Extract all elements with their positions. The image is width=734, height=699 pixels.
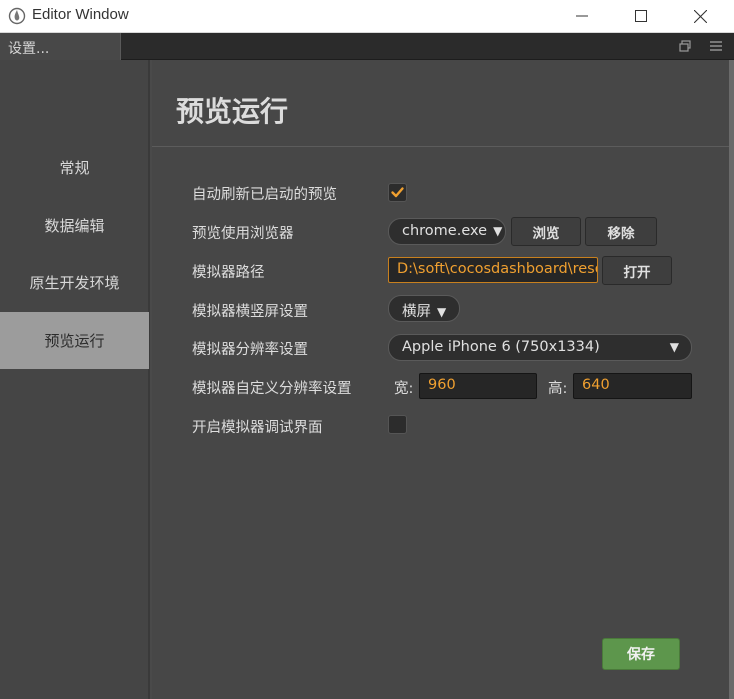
resolution-label: 模拟器分辨率设置: [192, 342, 308, 358]
page-title: 预览运行: [176, 95, 289, 128]
debug-label: 开启模拟器调试界面: [192, 420, 323, 436]
sidebar-item-preview[interactable]: 预览运行: [0, 312, 149, 369]
orientation-label: 模拟器横竖屏设置: [192, 304, 308, 320]
height-input[interactable]: 640: [573, 373, 692, 399]
sidebar-item-general[interactable]: 常规: [0, 139, 149, 196]
close-icon: [693, 9, 707, 23]
app-drop-icon: [8, 7, 26, 25]
width-input[interactable]: 960: [419, 373, 537, 399]
checkmark-icon: [391, 187, 404, 198]
remove-button[interactable]: 移除: [585, 217, 657, 246]
resolution-select-value: Apple iPhone 6 (750x1334): [402, 339, 600, 355]
browser-select[interactable]: chrome.exe ▼: [388, 218, 506, 245]
save-button[interactable]: 保存: [602, 638, 680, 670]
title-bar: Editor Window: [0, 0, 734, 33]
orientation-select[interactable]: 横屏 ▼: [388, 295, 460, 322]
custom-res-label: 模拟器自定义分辨率设置: [192, 381, 352, 397]
auto-refresh-checkbox[interactable]: [388, 183, 407, 202]
open-button[interactable]: 打开: [602, 256, 672, 285]
caret-down-icon: ▼: [437, 305, 447, 319]
orientation-select-value: 横屏: [402, 304, 431, 320]
window-edge: [729, 60, 734, 699]
height-label: 高:: [548, 381, 568, 397]
main-panel: 预览运行 自动刷新已启动的预览 预览使用浏览器 chrome.exe ▼ 浏览 移…: [152, 60, 729, 699]
menu-icon[interactable]: [708, 39, 724, 53]
browser-select-value: chrome.exe: [402, 223, 488, 239]
tab-settings[interactable]: 设置...: [0, 33, 121, 60]
sim-path-input[interactable]: D:\soft\cocosdashboard\reso: [388, 257, 598, 283]
browse-button[interactable]: 浏览: [511, 217, 581, 246]
close-button[interactable]: [671, 0, 729, 32]
title-divider: [152, 146, 729, 147]
sidebar-item-data-editing[interactable]: 数据编辑: [0, 197, 149, 254]
resolution-select[interactable]: Apple iPhone 6 (750x1334) ▼: [388, 334, 692, 361]
browser-label: 预览使用浏览器: [192, 226, 294, 242]
caret-down-icon: ▼: [669, 340, 679, 354]
maximize-icon: [635, 10, 647, 22]
minimize-button[interactable]: [553, 0, 611, 32]
width-label: 宽:: [394, 381, 414, 397]
auto-refresh-label: 自动刷新已启动的预览: [192, 187, 337, 203]
settings-sidebar: 常规 数据编辑 原生开发环境 预览运行: [0, 60, 150, 699]
maximize-button[interactable]: [612, 0, 670, 32]
window-title: Editor Window: [32, 6, 129, 23]
sidebar-item-native-env[interactable]: 原生开发环境: [0, 254, 149, 311]
restore-panel-icon[interactable]: [678, 39, 692, 53]
sim-path-label: 模拟器路径: [192, 265, 265, 281]
minimize-icon: [576, 15, 588, 17]
debug-checkbox[interactable]: [388, 415, 407, 434]
caret-down-icon: ▼: [493, 224, 503, 238]
tab-bar: 设置...: [0, 33, 734, 60]
